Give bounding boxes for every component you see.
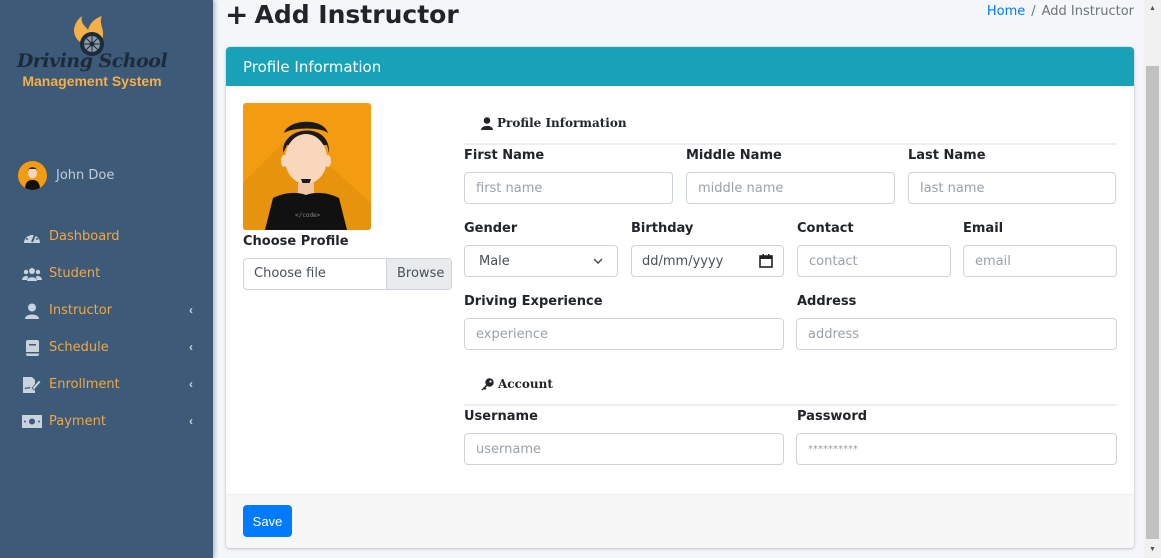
last-name-label: Last Name [908,148,986,163]
key-icon [481,377,494,390]
sidebar-item-enrollment[interactable]: Enrollment ‹ [0,366,213,403]
birthday-placeholder: dd/mm/yyyy [642,253,724,269]
breadcrumb-home[interactable]: Home [987,4,1025,19]
sidebar-item-label: Instructor [49,303,113,318]
file-input-text[interactable]: Choose file [244,259,386,289]
section-title-text: Profile Information [497,116,627,130]
page-title: + Add Instructor [225,0,459,29]
book-icon [22,339,42,356]
username-label: Username [464,409,538,424]
sidebar-item-payment[interactable]: Payment ‹ [0,403,213,440]
account-section-title: Account [481,377,553,391]
sidebar-nav: Dashboard Student Instructor ‹ Schedule … [0,218,213,440]
chevron-left-icon: ‹ [189,414,193,428]
middle-name-input[interactable] [686,172,895,204]
username-input[interactable] [464,433,784,465]
contact-input[interactable] [797,245,951,277]
first-name-label: First Name [464,148,545,163]
sidebar-item-student[interactable]: Student [0,255,213,292]
scroll-thumb[interactable] [1146,66,1159,539]
chevron-left-icon: ‹ [189,340,193,354]
address-input[interactable] [796,318,1117,350]
birthday-input[interactable]: dd/mm/yyyy [631,245,784,277]
sidebar-item-schedule[interactable]: Schedule ‹ [0,329,213,366]
sidebar-item-label: Enrollment [49,377,120,392]
sidebar-item-label: Dashboard [49,229,120,244]
sidebar: Driving School Management System John Do… [0,0,213,558]
profile-section-title: Profile Information [481,116,627,130]
breadcrumb: Home / Add Instructor [987,4,1134,19]
first-name-input[interactable] [464,172,673,204]
page-scrollbar[interactable]: ▲ ▼ [1144,0,1161,558]
choose-profile-label: Choose Profile [243,234,349,249]
chevron-left-icon: ‹ [189,303,193,317]
avatar-person-icon [25,166,40,190]
brand[interactable]: Driving School Management System [0,8,213,98]
tachometer-icon [22,229,42,245]
user-panel[interactable]: John Doe [18,160,114,190]
plus-icon: + [225,0,249,31]
users-icon [22,266,42,282]
birthday-label: Birthday [631,221,694,236]
sidebar-item-label: Payment [49,414,106,429]
section-divider [464,404,1117,406]
brand-title: Driving School [16,50,168,72]
gender-selected-value: Male [479,253,510,269]
page-title-text: Add Instructor [254,0,459,29]
password-input[interactable] [796,433,1117,465]
sidebar-item-dashboard[interactable]: Dashboard [0,218,213,255]
save-button[interactable]: Save [243,505,292,537]
sidebar-item-instructor[interactable]: Instructor ‹ [0,292,213,329]
file-signature-icon [22,376,42,393]
chevron-down-icon [593,258,603,264]
last-name-input[interactable] [908,172,1116,204]
scroll-down-arrow-icon[interactable]: ▼ [1144,541,1161,558]
browse-button[interactable]: Browse [386,259,451,289]
calendar-icon[interactable] [759,254,773,268]
sidebar-item-label: Student [49,266,101,281]
user-icon [22,303,42,319]
email-label: Email [963,221,1004,236]
profile-card: Profile Information </code> Choose Profi… [226,47,1134,548]
profile-person-icon: </code> [243,121,371,230]
breadcrumb-separator: / [1031,4,1036,19]
sidebar-item-label: Schedule [49,340,109,355]
svg-text:</code>: </code> [295,212,321,219]
contact-label: Contact [797,221,854,236]
user-icon [481,116,493,130]
card-header: Profile Information [226,47,1134,86]
breadcrumb-current: Add Instructor [1041,4,1134,19]
password-label: Password [797,409,868,424]
experience-label: Driving Experience [464,294,603,309]
brand-subtitle: Management System [22,73,162,89]
card-footer: Save [226,494,1134,548]
money-bill-icon [22,414,42,430]
address-label: Address [797,294,857,309]
email-input[interactable] [963,245,1117,277]
profile-picture: </code> [243,103,371,230]
user-name: John Doe [56,167,115,183]
chevron-left-icon: ‹ [189,377,193,391]
gender-label: Gender [464,221,518,236]
section-divider [464,143,1117,145]
gender-select[interactable]: Male [464,245,618,277]
section-title-text: Account [498,377,553,391]
experience-input[interactable] [464,318,784,350]
user-avatar [18,160,47,190]
scroll-up-arrow-icon[interactable]: ▲ [1144,0,1161,17]
profile-file-input[interactable]: Choose file Browse [243,258,452,290]
middle-name-label: Middle Name [686,148,782,163]
